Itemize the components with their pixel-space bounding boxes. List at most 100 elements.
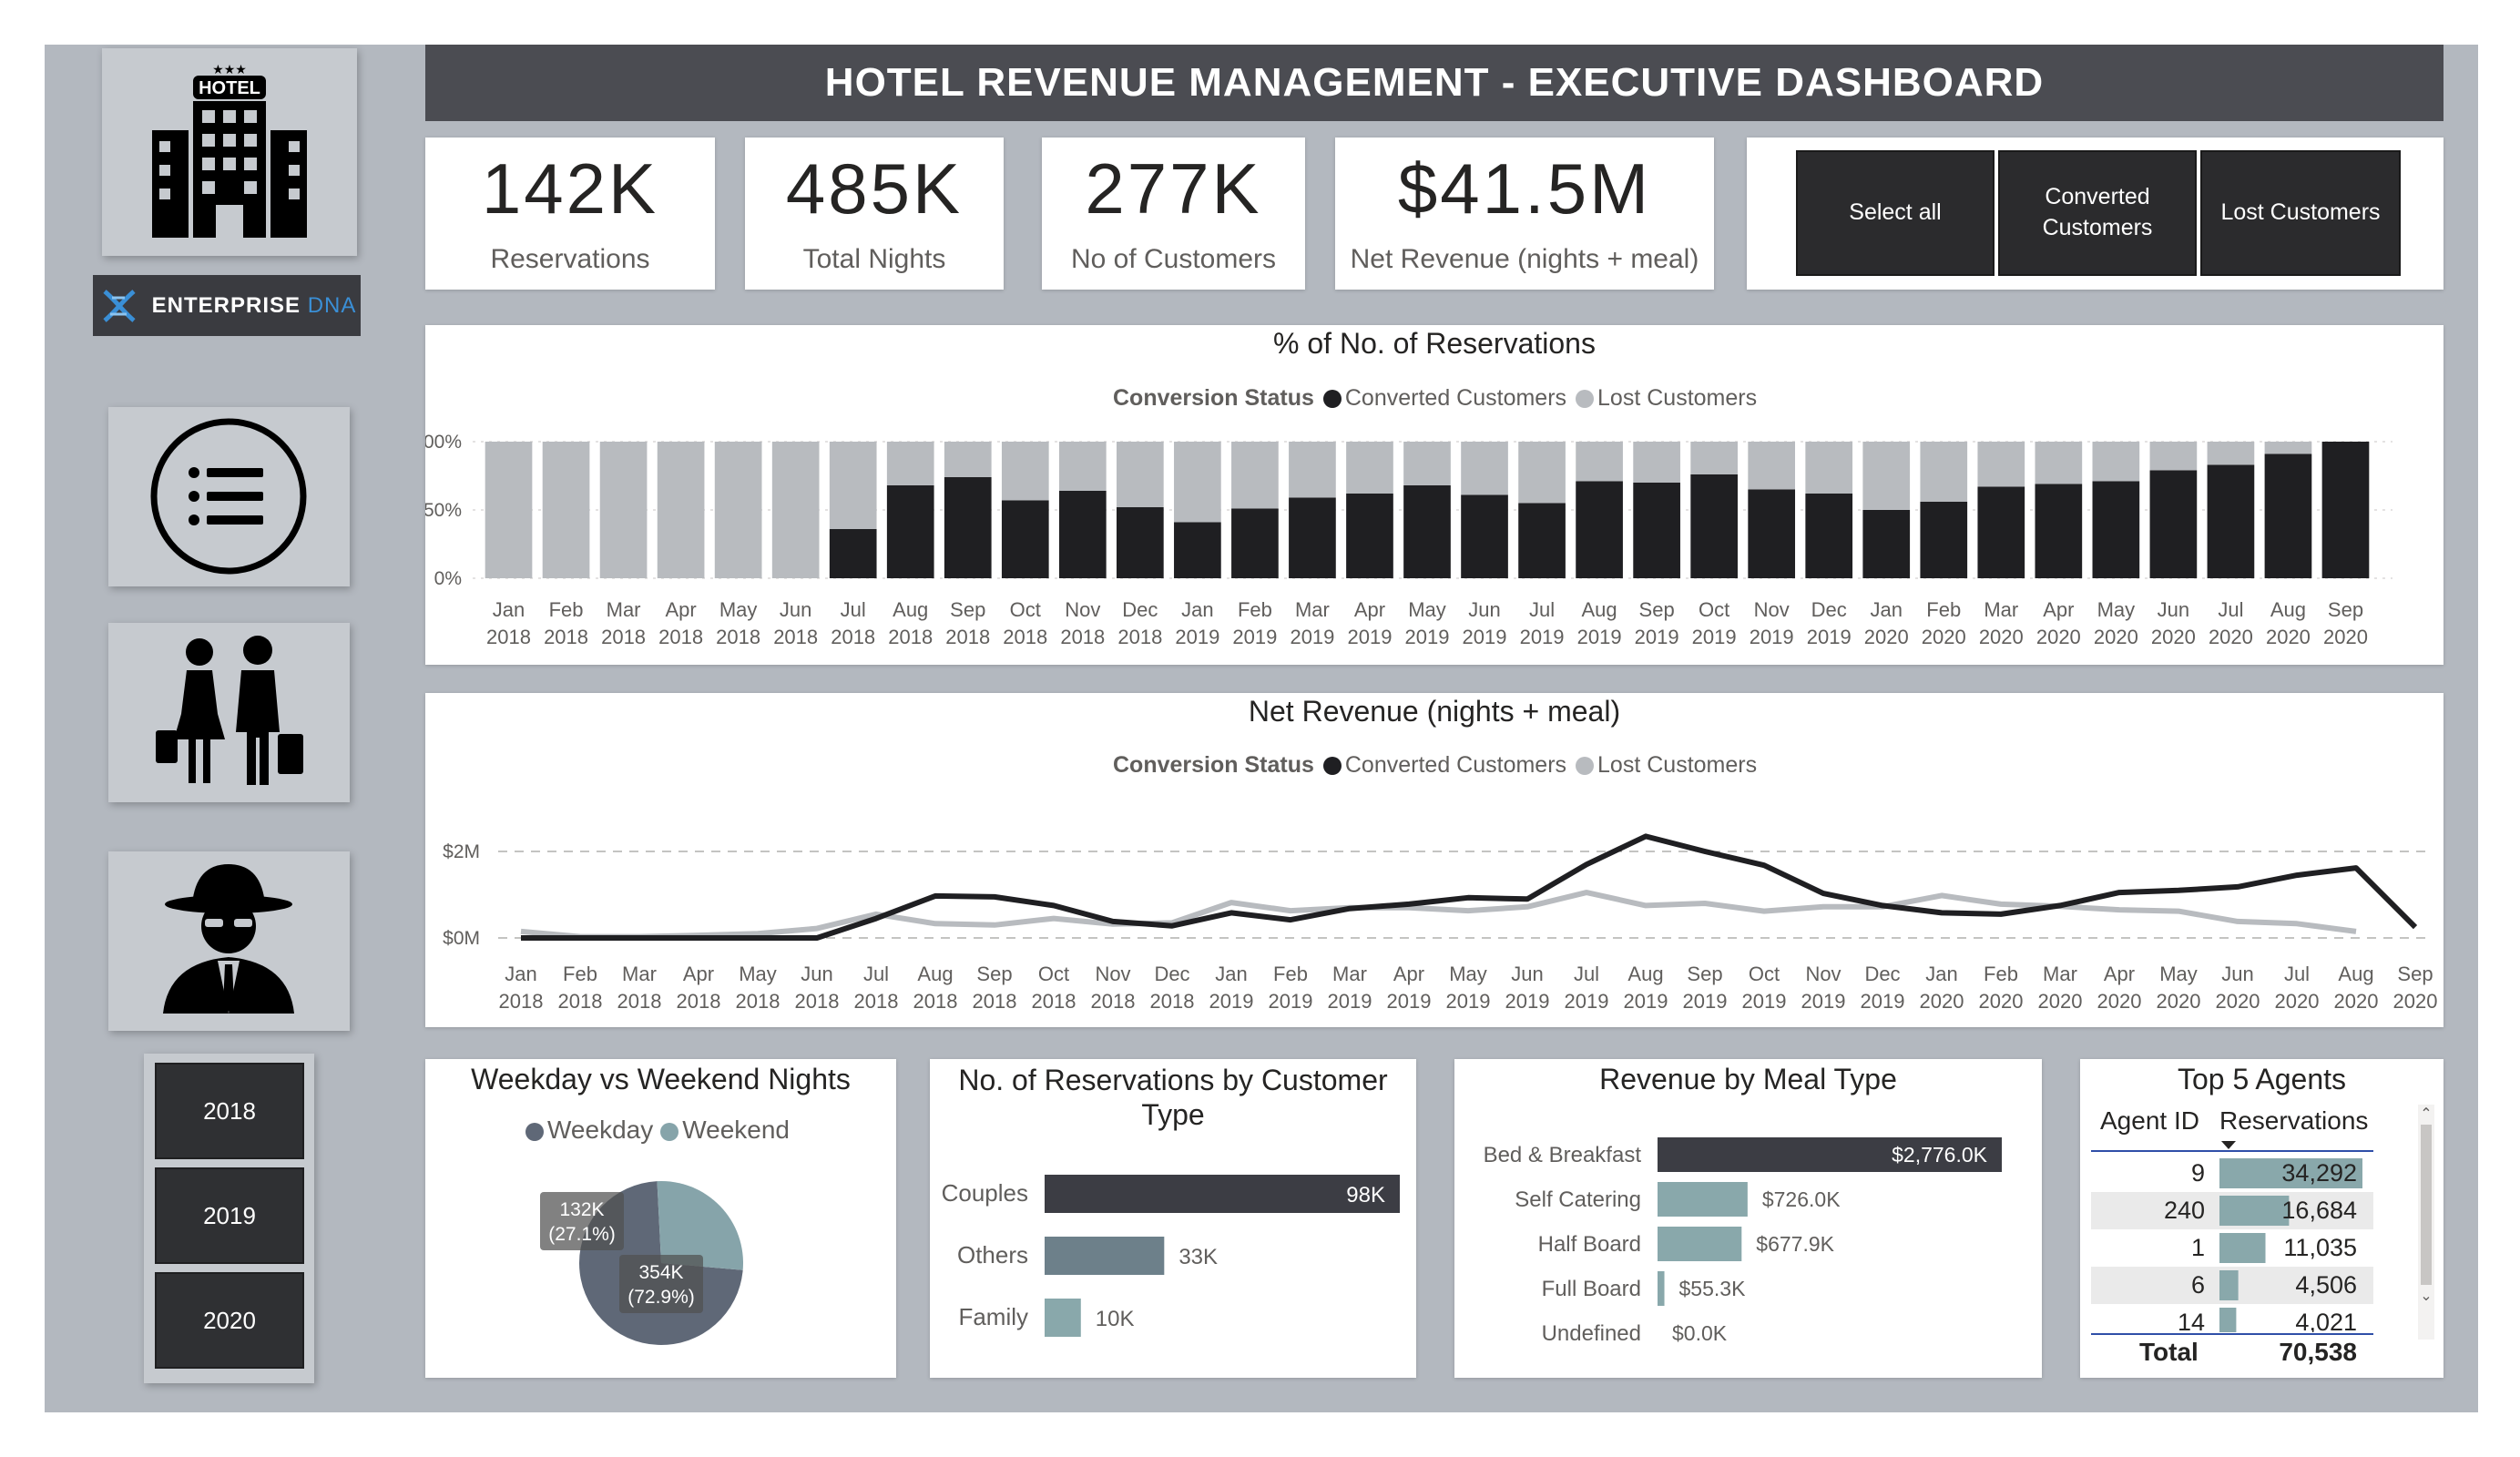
lost-customers-button[interactable]: Lost Customers [2200,150,2401,276]
bar-lost-customers[interactable] [599,442,648,578]
bar-meal-type[interactable] [1658,1182,1748,1217]
bar-converted-customers[interactable] [1633,483,1680,578]
category-label: Others [957,1241,1028,1269]
bar-converted-customers[interactable] [1920,502,1968,578]
bar-converted-customers[interactable] [1690,474,1738,578]
bar-converted-customers[interactable] [886,485,934,578]
nav-overview-button[interactable] [108,407,350,586]
bar-lost-customers[interactable] [771,442,820,578]
bar-lost-customers[interactable] [2149,442,2198,471]
bar-converted-customers[interactable] [829,529,877,578]
agent-id-cell[interactable]: 14 [2178,1309,2205,1336]
bar-lost-customers[interactable] [542,442,590,578]
bar-lost-customers[interactable] [2207,442,2255,465]
bar-converted-customers[interactable] [1805,494,1853,578]
bar-converted-customers[interactable] [1403,485,1451,578]
bar-lost-customers[interactable] [1174,442,1221,523]
x-tick-label: 2018 [1150,990,1195,1013]
bar-converted-customers[interactable] [2149,470,2198,579]
bar-converted-customers[interactable] [1518,503,1566,579]
bar-lost-customers[interactable] [714,442,762,578]
bar-converted-customers[interactable] [944,477,992,578]
bar-lost-customers[interactable] [1001,442,1049,501]
reservations-cell[interactable]: 4,506 [2295,1271,2357,1299]
bar-family[interactable] [1045,1299,1081,1337]
bar-lost-customers[interactable] [1117,442,1164,507]
bar-lost-customers[interactable] [1920,442,1968,502]
x-tick-label: Sep [976,963,1012,985]
bar-converted-customers[interactable] [1862,510,1911,578]
bar-converted-customers[interactable] [2092,481,2140,579]
reservations-databar [2219,1196,2290,1226]
bar-meal-type[interactable] [1658,1271,1665,1306]
nav-customers-button[interactable] [108,623,350,802]
bar-lost-customers[interactable] [1058,442,1107,491]
bar-converted-customers[interactable] [1174,522,1221,579]
bar-lost-customers[interactable] [657,442,705,578]
bar-lost-customers[interactable] [1518,442,1566,504]
year-2019-button[interactable]: 2019 [155,1167,304,1264]
dna-icon [103,289,136,322]
reservations-cell[interactable]: 16,684 [2281,1197,2357,1224]
bar-converted-customers[interactable] [2207,464,2255,579]
data-label-pct: (72.9%) [627,1287,695,1308]
weekday-weekend-chart: Weekday vs Weekend Nights Weekday Weeken… [425,1059,896,1378]
bar-converted-customers[interactable] [1461,494,1508,579]
bar-lost-customers[interactable] [2092,442,2140,482]
agent-id-cell[interactable]: 240 [2164,1197,2205,1224]
bar-converted-customers[interactable] [1748,489,1796,579]
bar-lost-customers[interactable] [1977,442,2025,487]
x-tick-label: Dec [1811,598,1847,621]
x-tick-label: 2019 [1209,990,1254,1013]
year-2020-button[interactable]: 2020 [155,1272,304,1369]
bar-converted-customers[interactable] [1346,494,1393,578]
year-2018-button[interactable]: 2018 [155,1063,304,1159]
bar-converted-customers[interactable] [2035,484,2083,579]
bar-converted-customers[interactable] [2321,442,2370,578]
reservations-cell[interactable]: 11,035 [2283,1234,2357,1261]
bar-lost-customers[interactable] [1576,442,1623,482]
bar-lost-customers[interactable] [1289,442,1336,498]
bar-lost-customers[interactable] [1862,442,1911,510]
agent-id-cell[interactable]: 9 [2191,1159,2205,1187]
scrollbar-thumb[interactable] [2421,1125,2432,1285]
bar-lost-customers[interactable] [485,442,533,578]
agent-id-cell[interactable]: 1 [2191,1234,2205,1261]
x-tick-label: 2019 [1742,990,1787,1013]
table-scrollbar[interactable]: ⌃ ⌄ [2418,1105,2434,1340]
bar-lost-customers[interactable] [1346,442,1393,494]
bar-others[interactable] [1045,1237,1165,1275]
nav-agents-button[interactable] [108,851,350,1031]
reservations-cell[interactable]: 4,021 [2295,1309,2357,1336]
bar-converted-customers[interactable] [1289,497,1336,579]
bar-lost-customers[interactable] [2035,442,2083,484]
bar-meal-type[interactable] [1658,1227,1742,1261]
bar-lost-customers[interactable] [1633,442,1680,483]
bar-converted-customers[interactable] [2264,453,2312,579]
bar-lost-customers[interactable] [829,442,877,529]
bar-lost-customers[interactable] [1690,442,1738,474]
bar-converted-customers[interactable] [1576,481,1623,579]
bar-lost-customers[interactable] [944,442,992,477]
bar-lost-customers[interactable] [1403,442,1451,485]
scroll-up-arrow[interactable]: ⌃ [2418,1105,2434,1123]
bar-converted-customers[interactable] [1117,507,1164,578]
bar-lost-customers[interactable] [886,442,934,485]
x-tick-label: 2018 [601,626,646,648]
select-all-button[interactable]: Select all [1796,150,1995,276]
bar-converted-customers[interactable] [1001,500,1049,579]
bar-converted-customers[interactable] [1231,508,1279,579]
converted-customers-button[interactable]: Converted Customers [1998,150,2197,276]
scroll-down-arrow[interactable]: ⌄ [2418,1287,2434,1305]
bar-converted-customers[interactable] [1977,486,2025,579]
bar-converted-customers[interactable] [1058,491,1107,578]
reservations-cell[interactable]: 34,292 [2281,1159,2357,1187]
bar-lost-customers[interactable] [1231,442,1279,509]
y-tick-label: 100% [425,432,462,453]
agent-id-cell[interactable]: 6 [2191,1271,2205,1299]
x-tick-label: Jan [493,598,525,621]
bar-lost-customers[interactable] [2264,442,2312,454]
bar-lost-customers[interactable] [1805,442,1853,494]
bar-lost-customers[interactable] [1748,442,1796,490]
bar-lost-customers[interactable] [1461,442,1508,495]
